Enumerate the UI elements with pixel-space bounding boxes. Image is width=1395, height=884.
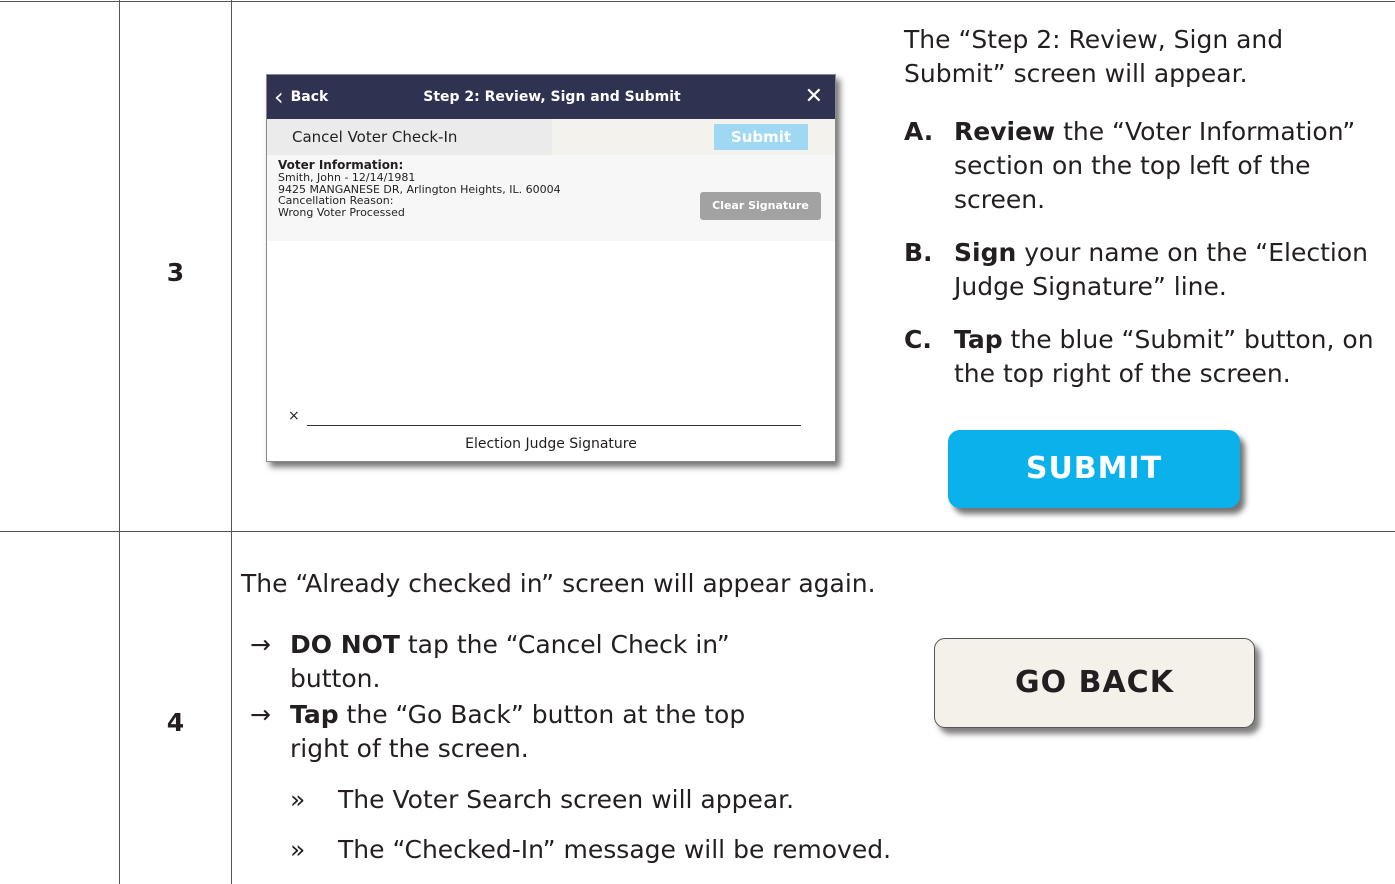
close-icon[interactable]: ✕ [805, 75, 823, 119]
instruction-verb: Sign [954, 238, 1017, 267]
step-3-intro: The “Step 2: Review, Sign and Submit” sc… [904, 25, 1284, 88]
back-button[interactable]: ‹ Back [274, 75, 328, 119]
bullet-icon: » [290, 835, 306, 864]
table-top-border [0, 1, 1395, 2]
instruction-text: the “Go Back” button at the top right of… [290, 700, 746, 763]
cancel-voter-check-in-button[interactable]: Cancel Voter Check-In [267, 119, 552, 155]
chevron-left-icon: ‹ [274, 83, 284, 111]
step-3-instructions: A. Review the “Voter Information” sectio… [904, 115, 1384, 410]
column-divider-right [231, 0, 232, 884]
row-divider [0, 531, 1395, 532]
voter-info-heading: Voter Information: [278, 158, 404, 172]
step-number-4: 4 [166, 708, 185, 737]
instruction-text: your name on the “Election Judge Signatu… [954, 238, 1369, 301]
device-submit-button[interactable]: Submit [714, 124, 808, 150]
go-back-button-illustration[interactable]: GO BACK [934, 638, 1255, 728]
instruction-b: B. Sign your name on the “Election Judge… [904, 236, 1384, 304]
voter-name-dob: Smith, John - 12/14/1981 [278, 171, 416, 184]
sub-item-text: The “Checked-In” message will be removed… [338, 835, 892, 864]
cancellation-reason-value: Wrong Voter Processed [278, 205, 405, 219]
device-screenshot: ‹ Back Step 2: Review, Sign and Submit ✕… [266, 74, 836, 462]
instruction-verb: Tap [954, 325, 1003, 354]
arrow-right-icon: → [250, 700, 271, 729]
sub-item-text: The Voter Search screen will appear. [338, 785, 795, 814]
device-title: Step 2: Review, Sign and Submit [423, 89, 681, 105]
instruction-a: A. Review the “Voter Information” sectio… [904, 115, 1384, 217]
instruction-text: the blue “Submit” button, on the top rig… [954, 325, 1374, 388]
instruction-verb: DO NOT [290, 630, 400, 659]
signature-line[interactable] [307, 425, 801, 426]
sub-item-checked-in-removed: » The “Checked-In” message will be remove… [290, 833, 891, 867]
instruction-verb: Tap [290, 700, 339, 729]
bullet-icon: » [290, 785, 306, 814]
instruction-do-not-tap: → DO NOT tap the “Cancel Check in” butto… [250, 628, 810, 696]
sub-item-voter-search: » The Voter Search screen will appear. [290, 783, 794, 817]
instruction-tap-go-back: → Tap the “Go Back” button at the top ri… [250, 698, 810, 766]
instruction-verb: Review [954, 117, 1056, 146]
instruction-letter: A. [904, 117, 934, 146]
signature-x-mark: × [288, 408, 300, 424]
cancellation-reason-label: Cancellation Reason: [278, 194, 394, 207]
device-header: ‹ Back Step 2: Review, Sign and Submit ✕ [267, 75, 835, 119]
clear-signature-button[interactable]: Clear Signature [700, 192, 821, 220]
step-number-3: 3 [166, 258, 185, 287]
back-label: Back [290, 89, 329, 105]
instruction-letter: C. [904, 325, 932, 354]
step-4-intro: The “Already checked in” screen will app… [241, 569, 876, 598]
column-divider-left [119, 0, 120, 884]
arrow-right-icon: → [250, 630, 271, 659]
submit-button-illustration[interactable]: SUBMIT [948, 430, 1240, 508]
instruction-c: C. Tap the blue “Submit” button, on the … [904, 323, 1384, 391]
instruction-letter: B. [904, 238, 933, 267]
signature-label: Election Judge Signature [465, 436, 637, 452]
